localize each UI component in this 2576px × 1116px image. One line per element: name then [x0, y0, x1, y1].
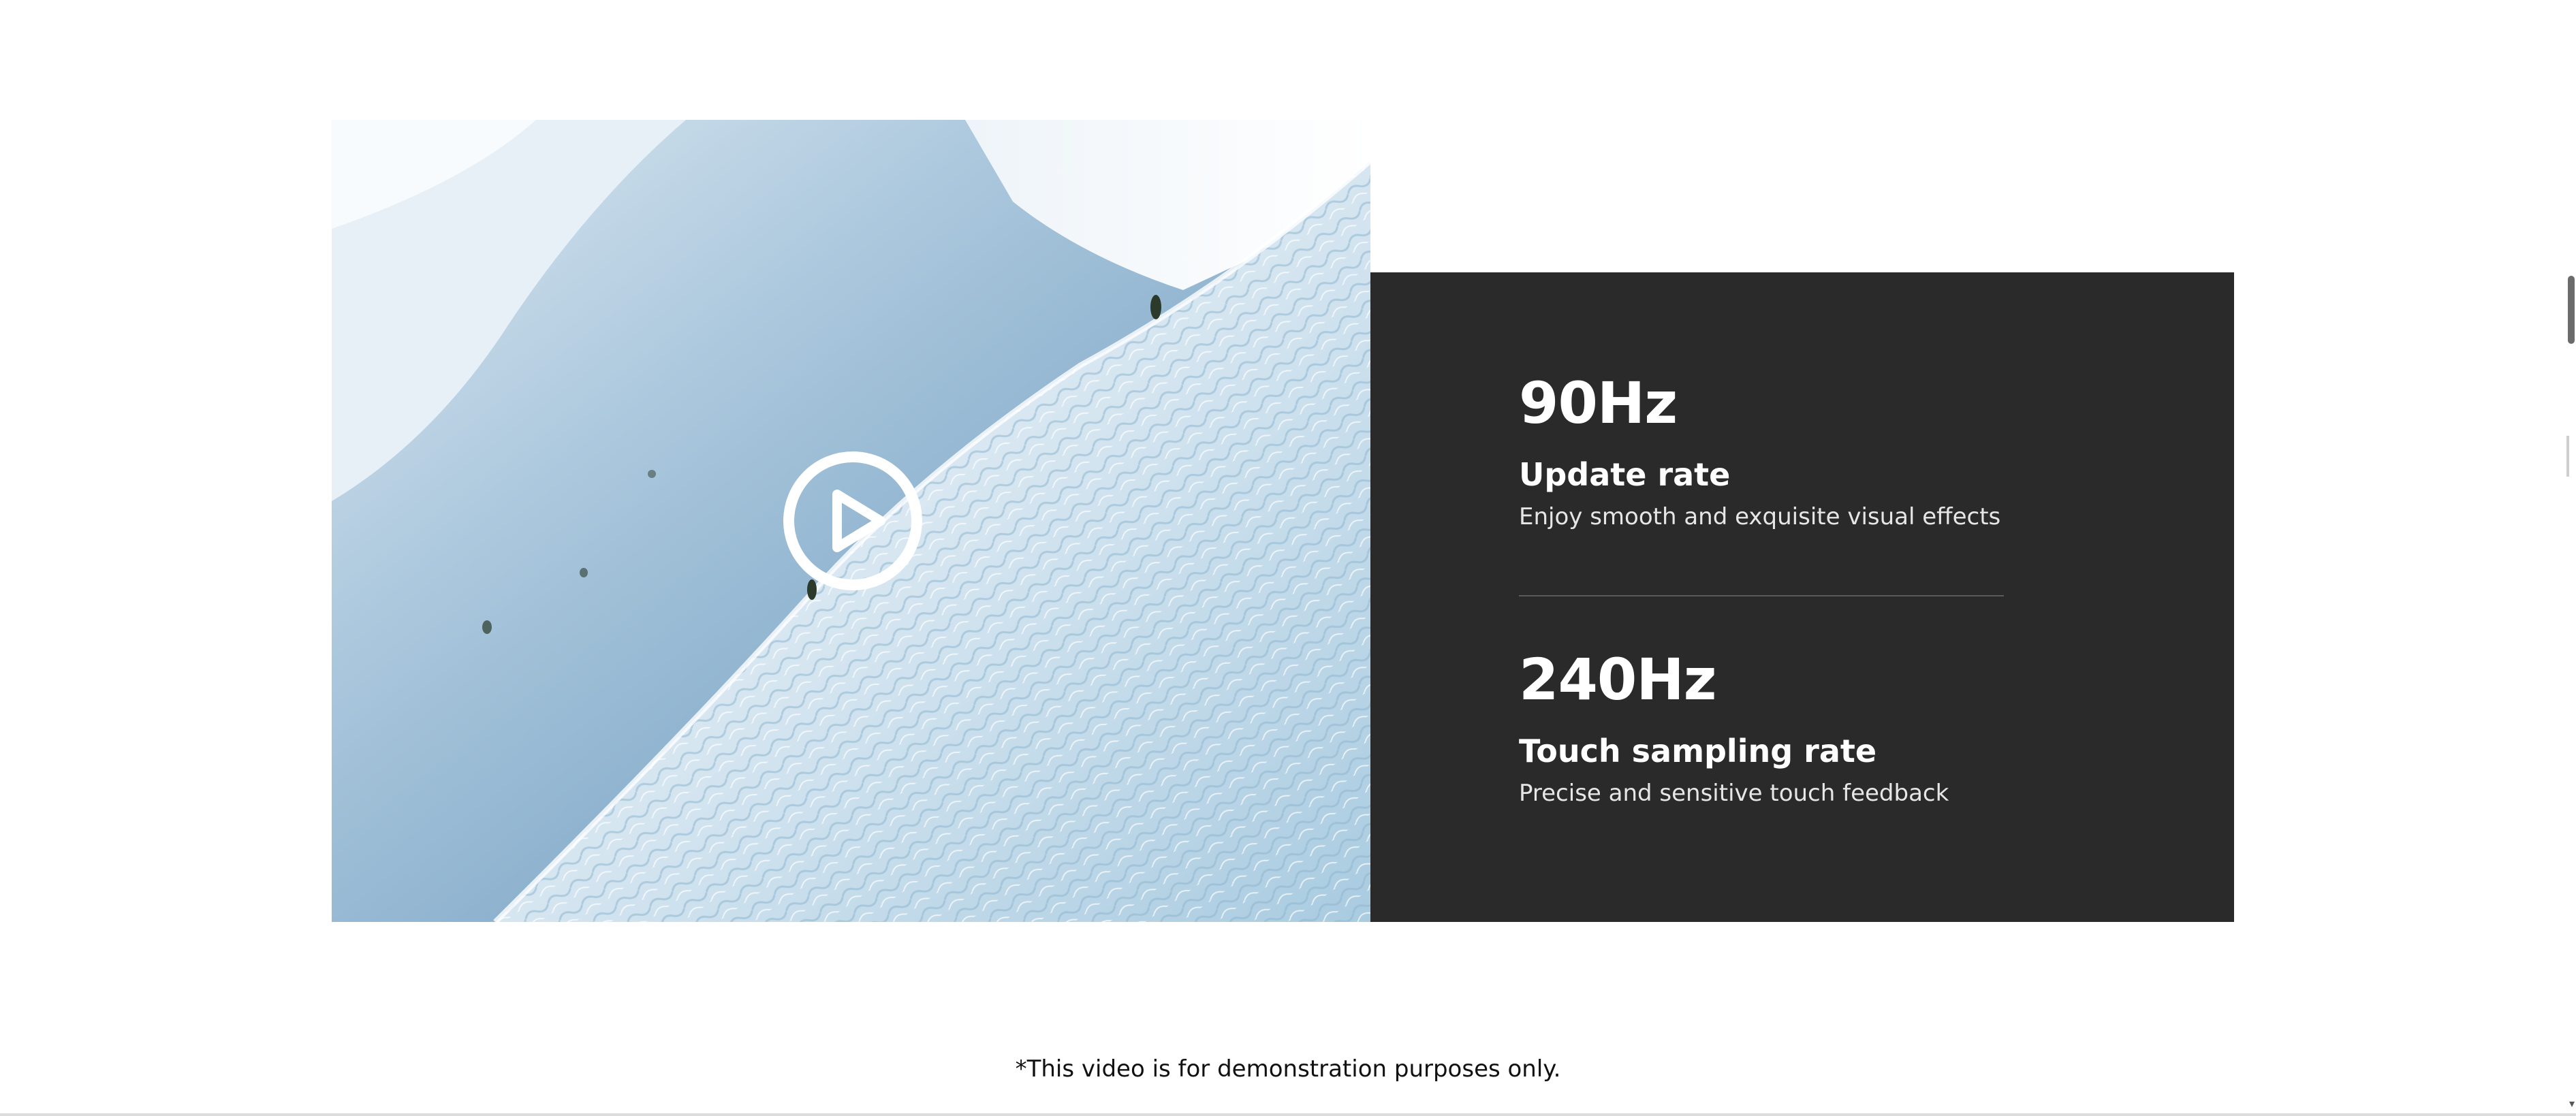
spec-touch-sampling-rate: 240Hz Touch sampling rate Precise and se… [1519, 651, 2009, 807]
spec-title: Update rate [1519, 456, 1731, 493]
video-player[interactable] [332, 120, 1370, 922]
spec-divider [1519, 595, 2004, 596]
play-button[interactable] [781, 449, 924, 592]
spec-value: 240Hz [1519, 646, 1717, 713]
specs-panel: 90Hz Update rate Enjoy smooth and exquis… [1370, 272, 2234, 922]
spec-description: Enjoy smooth and exquisite visual effect… [1519, 503, 2001, 530]
page-bottom-edge [0, 1113, 2576, 1116]
spec-update-rate: 90Hz Update rate Enjoy smooth and exquis… [1519, 374, 2009, 530]
scrollbar-track-marker [2566, 436, 2569, 477]
scrollbar-thumb[interactable] [2568, 276, 2575, 344]
spec-description: Precise and sensitive touch feedback [1519, 779, 1949, 807]
spec-title: Touch sampling rate [1519, 733, 1877, 769]
page-scrollbar[interactable]: ▾ [2566, 0, 2576, 1116]
video-disclaimer: *This video is for demonstration purpose… [1015, 1055, 1561, 1083]
play-icon [783, 451, 922, 590]
scroll-down-arrow-icon[interactable]: ▾ [2569, 1098, 2575, 1109]
spec-value: 90Hz [1519, 370, 1678, 436]
